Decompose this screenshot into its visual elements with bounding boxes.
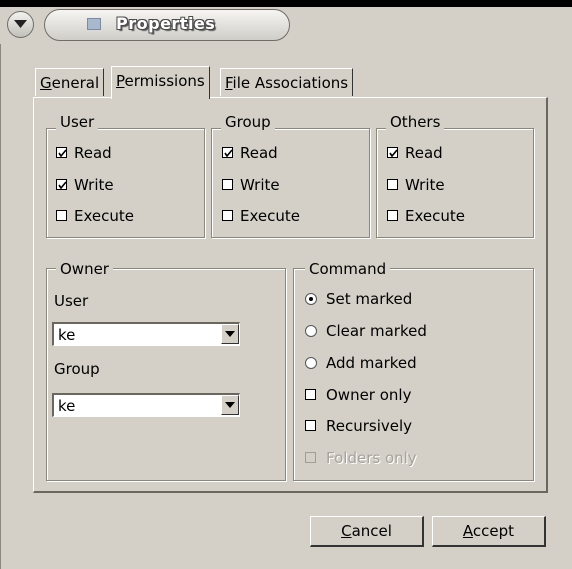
recursively-checkbox[interactable]: [305, 420, 316, 431]
others-group-title: Others: [386, 114, 445, 130]
group-write-checkbox[interactable]: [222, 179, 233, 190]
command-group-title: Command: [305, 261, 391, 277]
radio-selected-dot: [309, 297, 313, 301]
user-group-title: User: [56, 114, 99, 130]
group-read-checkbox[interactable]: [222, 147, 233, 158]
accept-button[interactable]: Accept: [432, 516, 546, 547]
others-read-checkbox[interactable]: [387, 147, 398, 158]
others-execute-label: Execute: [405, 207, 465, 225]
cancel-button[interactable]: Cancel: [310, 516, 424, 547]
check-icon: [224, 149, 233, 158]
clear-marked-label: Clear marked: [326, 322, 427, 340]
tab-general-label: eneral: [51, 74, 100, 92]
tab-permissions-label: ermissions: [124, 72, 205, 90]
group-execute-checkbox[interactable]: [222, 210, 233, 221]
check-icon: [58, 181, 67, 190]
folders-only-label: Folders only: [326, 449, 417, 467]
user-execute-label: Execute: [74, 207, 134, 225]
folder-icon: [87, 18, 101, 30]
group-write-label: Write: [240, 176, 280, 194]
tab-file-associations-mnemonic: F: [225, 74, 233, 92]
others-write-label: Write: [405, 176, 445, 194]
group-execute-label: Execute: [240, 207, 300, 225]
chevron-down-icon: [14, 20, 27, 28]
cancel-label: ancel: [351, 522, 392, 540]
user-read-checkbox[interactable]: [56, 147, 67, 158]
owner-only-checkbox[interactable]: [305, 389, 316, 400]
user-write-checkbox[interactable]: [56, 179, 67, 190]
tab-permissions[interactable]: Permissions: [111, 66, 210, 99]
user-execute-checkbox[interactable]: [56, 210, 67, 221]
accept-mnemonic: A: [462, 522, 473, 540]
others-write-checkbox[interactable]: [387, 179, 398, 190]
check-icon: [58, 149, 67, 158]
check-icon: [389, 149, 398, 158]
others-execute-checkbox[interactable]: [387, 210, 398, 221]
tab-general[interactable]: General: [35, 68, 105, 96]
group-read-label: Read: [240, 144, 278, 162]
recursively-label: Recursively: [326, 417, 413, 435]
cancel-mnemonic: C: [341, 522, 352, 540]
owner-user-select[interactable]: ke: [52, 322, 240, 346]
owner-group-title: Owner: [56, 261, 113, 277]
window-left-edge: [0, 44, 7, 569]
others-read-label: Read: [405, 144, 443, 162]
accept-label: ccept: [472, 522, 515, 540]
tab-file-associations-label: ile Associations: [232, 74, 349, 92]
owner-group-dropdown-button[interactable]: [221, 395, 239, 415]
owner-group-select[interactable]: ke: [52, 393, 240, 417]
caret-down-icon: [225, 402, 235, 408]
tab-file-associations[interactable]: File Associations: [220, 68, 354, 96]
folders-only-checkbox: [305, 452, 316, 463]
group-group-title: Group: [221, 114, 275, 130]
user-write-label: Write: [74, 176, 114, 194]
window-title: Properties: [116, 14, 216, 33]
owner-user-dropdown-button[interactable]: [221, 324, 239, 344]
add-marked-label: Add marked: [326, 354, 417, 372]
clear-marked-radio[interactable]: [305, 325, 317, 337]
tab-general-mnemonic: G: [40, 74, 52, 92]
owner-group-value: ke: [58, 397, 76, 415]
user-read-label: Read: [74, 144, 112, 162]
tab-permissions-mnemonic: P: [116, 72, 125, 90]
add-marked-radio[interactable]: [305, 357, 317, 369]
set-marked-radio[interactable]: [305, 293, 317, 305]
owner-only-label: Owner only: [326, 386, 412, 404]
set-marked-label: Set marked: [326, 290, 413, 308]
owner-user-label: User: [54, 292, 89, 310]
caret-down-icon: [225, 331, 235, 337]
window-menu-button[interactable]: [7, 11, 34, 38]
owner-user-value: ke: [58, 326, 76, 344]
owner-group-label: Group: [54, 360, 100, 378]
